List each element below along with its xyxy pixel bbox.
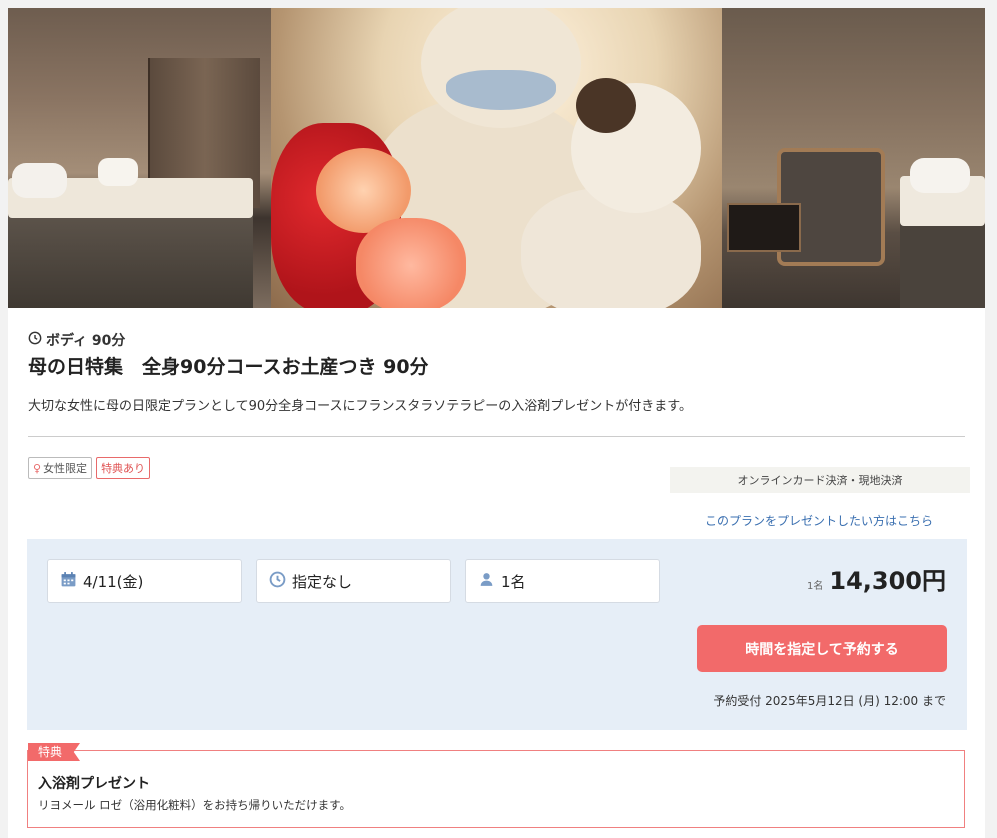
plan-category: ボディ 90分 [28,330,125,350]
lounge-room-photo [722,8,985,308]
price: 14,300円 [829,567,946,595]
time-selector[interactable]: 指定なし [256,559,451,603]
reserve-button[interactable]: 時間を指定して予約する [697,625,947,672]
women-only-tag: ♀ 女性限定 [28,457,93,479]
booking-panel: 4/11(金) 指定なし 1名 1名 14,300円 時間を指定して予約する 予… [27,539,967,730]
women-only-label: 女性限定 [43,462,88,475]
people-value: 1名 [501,572,526,591]
people-selector[interactable]: 1名 [465,559,660,603]
date-value: 4/11(金) [83,572,144,591]
benefit-description: リヨメール ロゼ（浴用化粧料）をお持ち帰りいただけます。 [38,798,352,812]
benefit-box: 特典 入浴剤プレゼント リヨメール ロゼ（浴用化粧料）をお持ち帰りいただけます。 [27,743,965,828]
price-unit: 1名 [807,581,824,592]
clock-icon [269,571,286,592]
plan-title: 母の日特集 全身90分コースお土産つき 90分 [28,356,429,378]
teddy-bears-photo [271,8,722,308]
benefit-title: 入浴剤プレゼント [38,776,150,792]
payment-methods: オンラインカード決済・現地決済 [670,467,970,493]
price-block: 1名 14,300円 [807,561,946,596]
plan-tags: ♀ 女性限定 特典あり [28,457,151,479]
hero-images [8,8,985,308]
calendar-icon [60,571,77,592]
treatment-room-photo [8,8,271,308]
plan-card: ボディ 90分 母の日特集 全身90分コースお土産つき 90分 大切な女性に母の… [8,8,985,838]
person-icon [478,571,495,592]
benefit-badge: 特典 [28,743,81,761]
clock-icon [28,331,42,349]
benefit-tag: 特典あり [96,457,151,479]
woman-icon: ♀ [33,461,42,475]
time-value: 指定なし [292,572,353,591]
plan-category-label: ボディ 90分 [46,333,126,349]
booking-deadline: 予約受付 2025年5月12日 (月) 12:00 まで [713,694,946,708]
gift-plan-link[interactable]: このプランをプレゼントしたい方はこちら [705,512,933,529]
plan-description: 大切な女性に母の日限定プランとして90分全身コースにフランスタラソテラピーの入浴… [28,399,692,414]
date-selector[interactable]: 4/11(金) [47,559,242,603]
divider [28,436,965,437]
